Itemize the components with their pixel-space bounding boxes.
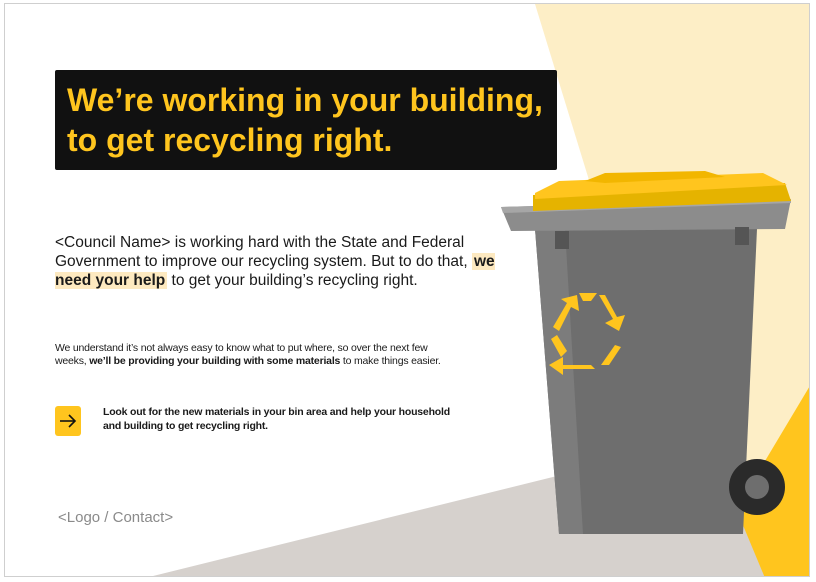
intro-text-1: <Council Name> is working hard with the … [55, 234, 472, 270]
callout-text: Look out for the new materials in your b… [103, 406, 450, 432]
logo-contact-placeholder: <Logo / Contact> [58, 509, 174, 526]
bin-wheel-hub [745, 475, 769, 499]
bin-hinge-left [555, 231, 569, 249]
arrow-right-icon [55, 406, 81, 436]
recycling-flyer: We’re working in your building, to get r… [4, 3, 810, 577]
details-text-2: to make things easier. [340, 354, 441, 367]
intro-paragraph: <Council Name> is working hard with the … [55, 233, 495, 290]
intro-text-2: to get your building’s recycling right. [167, 272, 418, 289]
bin-hinge-right [735, 227, 749, 245]
headline-line-1: We’re working in your building, [67, 82, 543, 118]
recycling-bin-illustration [501, 171, 791, 534]
details-paragraph: We understand it’s not always easy to kn… [55, 342, 455, 367]
arrow-right-glyph [60, 414, 77, 428]
headline-banner: We’re working in your building, to get r… [55, 70, 557, 170]
details-bold: we’ll be providing your building with so… [89, 354, 341, 367]
headline-line-2: to get recycling right. [67, 122, 393, 158]
